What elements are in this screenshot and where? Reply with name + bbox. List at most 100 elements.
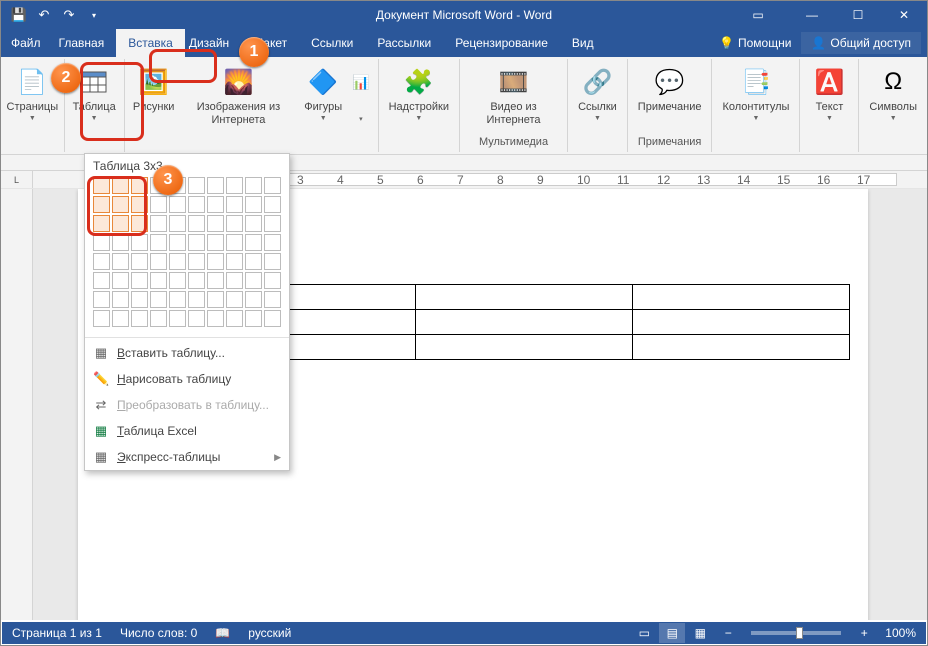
pictures-button[interactable]: 🖼️Рисунки [129, 61, 179, 148]
table-row[interactable] [199, 310, 850, 335]
tab-file[interactable]: Файл [5, 29, 47, 57]
grid-cell[interactable] [150, 196, 167, 213]
status-page[interactable]: Страница 1 из 1 [12, 626, 102, 640]
save-button[interactable]: 💾 [7, 3, 31, 27]
read-mode-button[interactable]: ▭ [631, 623, 657, 643]
grid-cell[interactable] [226, 310, 243, 327]
tab-view[interactable]: Вид [560, 29, 606, 57]
grid-cell[interactable] [150, 253, 167, 270]
grid-cell[interactable] [150, 291, 167, 308]
grid-cell[interactable] [169, 215, 186, 232]
grid-cell[interactable] [245, 291, 262, 308]
grid-cell[interactable] [188, 196, 205, 213]
quick-tables-item[interactable]: ▦Экспресс-таблицы▶ [85, 444, 289, 470]
status-language[interactable]: русский [248, 626, 291, 640]
online-video-button[interactable]: 🎞️Видео из Интернета [464, 61, 563, 136]
grid-cell[interactable] [207, 196, 224, 213]
grid-cell[interactable] [226, 215, 243, 232]
grid-cell[interactable] [131, 253, 148, 270]
grid-cell[interactable] [93, 272, 110, 289]
grid-cell[interactable] [188, 253, 205, 270]
grid-cell[interactable] [169, 272, 186, 289]
ribbon-options-icon[interactable]: ▭ [735, 1, 781, 29]
grid-cell[interactable] [93, 234, 110, 251]
online-images-button[interactable]: 🌄Изображения из Интернета [179, 61, 299, 148]
close-button[interactable]: ✕ [881, 1, 927, 29]
grid-cell[interactable] [264, 291, 281, 308]
grid-cell[interactable] [131, 310, 148, 327]
grid-cell[interactable] [264, 253, 281, 270]
grid-cell[interactable] [245, 215, 262, 232]
grid-cell[interactable] [169, 196, 186, 213]
grid-cell[interactable] [226, 234, 243, 251]
grid-cell[interactable] [226, 272, 243, 289]
grid-cell[interactable] [207, 177, 224, 194]
grid-cell[interactable] [245, 177, 262, 194]
grid-cell[interactable] [245, 272, 262, 289]
grid-cell[interactable] [264, 272, 281, 289]
grid-cell[interactable] [169, 234, 186, 251]
grid-cell[interactable] [131, 272, 148, 289]
grid-cell[interactable] [264, 234, 281, 251]
grid-cell[interactable] [245, 310, 262, 327]
grid-cell[interactable] [188, 310, 205, 327]
insert-table-item[interactable]: ▦ВВставить таблицу...ставить таблицу... [85, 340, 289, 366]
redo-button[interactable]: ↷ [57, 3, 81, 27]
grid-cell[interactable] [264, 177, 281, 194]
grid-cell[interactable] [150, 272, 167, 289]
draw-table-item[interactable]: ✏️Нарисовать таблицу [85, 366, 289, 392]
zoom-slider[interactable] [751, 631, 841, 635]
grid-cell[interactable] [112, 310, 129, 327]
zoom-in-button[interactable]: + [851, 623, 877, 643]
print-layout-button[interactable]: ▤ [659, 623, 685, 643]
grid-cell[interactable] [112, 253, 129, 270]
grid-cell[interactable] [112, 196, 129, 213]
grid-cell[interactable] [207, 234, 224, 251]
tab-references[interactable]: Ссылки [299, 29, 365, 57]
grid-cell[interactable] [207, 253, 224, 270]
grid-cell[interactable] [131, 215, 148, 232]
grid-cell[interactable] [93, 177, 110, 194]
illustrations-more-button[interactable]: 📊 ▾ [348, 61, 373, 148]
grid-cell[interactable] [226, 177, 243, 194]
addins-button[interactable]: 🧩Надстройки▼ [383, 61, 455, 136]
grid-cell[interactable] [264, 215, 281, 232]
grid-cell[interactable] [245, 253, 262, 270]
grid-cell[interactable] [93, 196, 110, 213]
tell-me-button[interactable]: 💡Помощни [711, 32, 799, 54]
grid-cell[interactable] [188, 234, 205, 251]
tab-review[interactable]: Рецензирование [443, 29, 560, 57]
excel-table-item[interactable]: ▦Таблица Excel [85, 418, 289, 444]
grid-cell[interactable] [131, 196, 148, 213]
status-word-count[interactable]: Число слов: 0 [120, 626, 197, 640]
vertical-ruler[interactable] [1, 189, 33, 620]
grid-cell[interactable] [207, 310, 224, 327]
grid-cell[interactable] [131, 291, 148, 308]
grid-cell[interactable] [93, 253, 110, 270]
grid-cell[interactable] [150, 215, 167, 232]
grid-cell[interactable] [226, 291, 243, 308]
web-layout-button[interactable]: ▦ [687, 623, 713, 643]
status-proofing[interactable]: 📖 [215, 626, 230, 640]
grid-cell[interactable] [112, 234, 129, 251]
grid-cell[interactable] [93, 310, 110, 327]
grid-cell[interactable] [150, 234, 167, 251]
share-button[interactable]: 👤Общий доступ [801, 32, 921, 54]
tab-home[interactable]: Главная [47, 29, 117, 57]
grid-cell[interactable] [264, 310, 281, 327]
grid-cell[interactable] [93, 291, 110, 308]
header-footer-button[interactable]: 📑Колонтитулы▼ [716, 61, 795, 136]
grid-cell[interactable] [188, 215, 205, 232]
grid-cell[interactable] [207, 215, 224, 232]
grid-cell[interactable] [131, 177, 148, 194]
grid-cell[interactable] [188, 272, 205, 289]
tab-insert[interactable]: Вставка [116, 29, 185, 57]
qat-more-button[interactable]: ▾ [82, 3, 106, 27]
zoom-level[interactable]: 100% [885, 626, 916, 640]
zoom-out-button[interactable]: − [715, 623, 741, 643]
grid-cell[interactable] [207, 272, 224, 289]
tab-mailings[interactable]: Рассылки [365, 29, 443, 57]
grid-cell[interactable] [245, 196, 262, 213]
grid-cell[interactable] [131, 234, 148, 251]
grid-cell[interactable] [169, 253, 186, 270]
